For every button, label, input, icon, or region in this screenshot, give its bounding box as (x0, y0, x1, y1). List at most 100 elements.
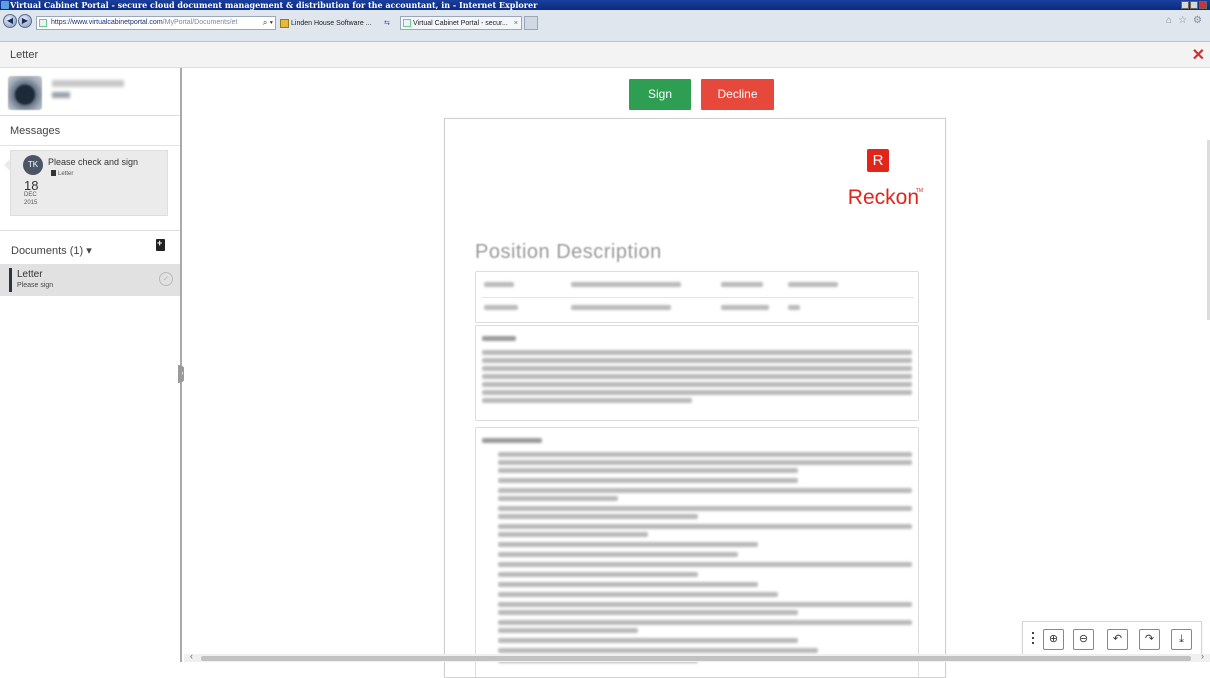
download-icon[interactable]: ⤓ (1171, 629, 1192, 650)
reckon-logo-wordmark: Reckon (847, 186, 919, 209)
browser-tab-active[interactable]: Virtual Cabinet Portal - secur... × (400, 16, 522, 30)
message-month: DEC (24, 192, 37, 198)
blurred-text (498, 478, 798, 483)
favorites-tab-linden-house[interactable]: Linden House Software ... (278, 16, 376, 30)
document-title: Position Description (475, 241, 662, 263)
suggested-sites-icon[interactable]: ⇆ (380, 16, 398, 30)
reckon-logo-mark: R (867, 149, 889, 172)
blurred-text (498, 552, 738, 557)
address-search-icon[interactable]: ⌕ ▾ (263, 17, 273, 29)
blurred-text (498, 524, 912, 529)
scrollbar-thumb[interactable] (201, 656, 1191, 661)
blurred-text (482, 398, 692, 403)
document-list-item[interactable]: Letter Please sign ✓ (0, 264, 180, 296)
blurred-text (498, 506, 912, 511)
address-url: https://www.virtualcabinetportal.com (51, 19, 163, 26)
blurred-text (498, 488, 912, 493)
table-divider (482, 297, 914, 298)
reckon-logo-tm: TM (915, 188, 923, 194)
blurred-text (571, 305, 671, 310)
new-tab-button[interactable] (524, 16, 538, 30)
sign-button[interactable]: Sign (629, 79, 691, 110)
app-header: Letter ✕ (0, 42, 1210, 68)
blurred-text (721, 282, 763, 287)
message-card[interactable]: TK Please check and sign Letter 18 DEC 2… (4, 150, 168, 216)
zoom-out-icon[interactable]: ⊖ (1073, 629, 1094, 650)
address-url-path: /MyPortal/Documents/et (162, 19, 238, 26)
blurred-text (482, 366, 912, 371)
close-icon[interactable]: ✕ (1192, 45, 1205, 65)
blurred-text (571, 282, 681, 287)
favorite-icon (280, 19, 289, 28)
message-attachment[interactable]: Letter (51, 170, 73, 177)
blurred-text (788, 282, 838, 287)
horizontal-scrollbar[interactable]: ‹ › (184, 651, 1210, 662)
decline-button[interactable]: Decline (701, 79, 774, 110)
user-name-redacted (52, 80, 124, 87)
tab-close-icon[interactable]: × (514, 17, 518, 30)
position-details-table (475, 271, 919, 323)
blurred-text (498, 572, 698, 577)
blurred-text (498, 532, 648, 537)
purpose-section (475, 325, 919, 421)
rotate-right-icon[interactable]: ↷ (1139, 629, 1160, 650)
tab-title: Virtual Cabinet Portal - secur... (413, 20, 508, 27)
window-title: Virtual Cabinet Portal - secure cloud do… (10, 0, 538, 10)
blurred-text (498, 582, 758, 587)
blurred-text (721, 305, 769, 310)
blurred-text (498, 638, 798, 643)
user-profile (0, 68, 180, 116)
user-detail-redacted (52, 92, 70, 98)
tools-gear-icon[interactable]: ⚙ (1193, 15, 1206, 26)
page-title: Letter (10, 49, 39, 61)
forward-button[interactable]: ▶ (18, 14, 32, 28)
blurred-text (484, 305, 518, 310)
blurred-text (498, 468, 798, 473)
blurred-text (498, 460, 912, 465)
add-document-icon[interactable] (156, 238, 165, 251)
blurred-text (498, 452, 912, 457)
home-icon[interactable]: ⌂ (1166, 15, 1176, 26)
messages-heading: Messages (0, 116, 180, 146)
blurred-heading (482, 438, 542, 443)
blurred-text (482, 350, 912, 355)
minimize-button[interactable] (1181, 1, 1189, 9)
document-viewer: Sign Decline R Reckon TM Position Descri… (184, 68, 1210, 678)
blurred-text (498, 562, 912, 567)
blurred-text (498, 648, 818, 653)
documents-dropdown[interactable]: Documents (1) ▾ (11, 244, 92, 257)
ie-app-icon (1, 1, 9, 9)
tab-favicon (403, 19, 411, 27)
document-page: R Reckon TM Position Description (444, 118, 946, 678)
blurred-text (498, 628, 638, 633)
favorites-star-icon[interactable]: ☆ (1178, 15, 1191, 26)
more-options-icon[interactable] (1031, 630, 1035, 646)
zoom-in-icon[interactable]: ⊕ (1043, 629, 1064, 650)
blurred-text (498, 514, 698, 519)
browser-right-icons: ⌂ ☆ ⚙ (1164, 15, 1206, 26)
document-icon (51, 170, 56, 176)
message-text: Please check and sign (48, 157, 139, 167)
scroll-left-icon[interactable]: ‹ (190, 651, 193, 661)
blurred-heading (482, 336, 516, 341)
documents-header: Documents (1) ▾ (0, 230, 180, 264)
window-title-bar: Virtual Cabinet Portal - secure cloud do… (0, 0, 1210, 10)
rotate-left-icon[interactable]: ↶ (1107, 629, 1128, 650)
favorites-tab-label: Linden House Software ... (291, 20, 372, 27)
blurred-text (482, 358, 912, 363)
blurred-text (498, 620, 912, 625)
window-close-button[interactable] (1199, 1, 1207, 9)
message-day: 18 (24, 178, 39, 193)
back-button[interactable]: ◀ (3, 14, 17, 28)
maximize-button[interactable] (1190, 1, 1198, 9)
blurred-text (498, 610, 798, 615)
selected-indicator (9, 268, 12, 292)
sender-avatar: TK (23, 155, 43, 175)
blurred-text (788, 305, 800, 310)
blurred-text (482, 390, 912, 395)
blurred-text (498, 602, 912, 607)
address-bar[interactable]: https://www.virtualcabinetportal.com/MyP… (36, 16, 276, 30)
browser-toolbar: ◀ ▶ https://www.virtualcabinetportal.com… (0, 10, 1210, 42)
scroll-right-icon[interactable]: › (1201, 651, 1204, 661)
document-name: Letter (17, 269, 43, 280)
